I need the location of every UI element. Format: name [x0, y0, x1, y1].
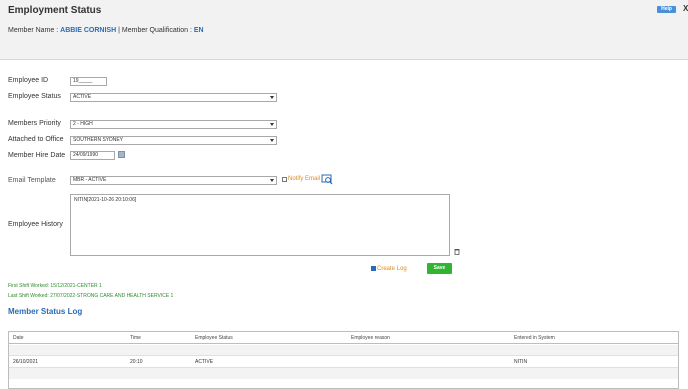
employee-id-label: Employee ID	[8, 77, 49, 84]
members-priority-value: 2 - HIGH	[73, 121, 93, 127]
table-row	[9, 345, 678, 356]
chevron-down-icon	[270, 179, 274, 182]
chevron-down-icon	[270, 96, 274, 99]
notify-email-label: Notify Email	[288, 176, 321, 182]
employee-status-label: Employee Status	[8, 93, 61, 100]
employee-history-text: NITIN[2021-10-26 20:10:06]	[74, 197, 137, 203]
cell-date: 26/10/2021	[13, 359, 39, 365]
employee-status-select[interactable]: ACTIVE	[70, 93, 277, 102]
close-icon[interactable]: X	[683, 4, 688, 13]
first-shift-text: First Shift Worked: 15/12/2021-CENTER 1	[8, 283, 102, 289]
trash-icon[interactable]	[454, 248, 460, 255]
cell-entered: NITIN	[514, 359, 528, 365]
employee-history-textarea[interactable]: NITIN[2021-10-26 20:10:06]	[70, 194, 450, 256]
table-header: Date Time Employee Status Employee reaso…	[9, 332, 678, 344]
notify-email-checkbox[interactable]	[282, 177, 287, 182]
member-info: Member Name : ABBIE CORNISH | Member Qua…	[8, 27, 204, 34]
save-button[interactable]: Save	[427, 263, 452, 274]
members-priority-select[interactable]: 2 - HIGH	[70, 120, 277, 129]
members-priority-label: Members Priority	[8, 120, 61, 127]
status-log-title: Member Status Log	[8, 307, 83, 316]
hire-date-input[interactable]: 24/09/1990	[70, 151, 115, 160]
column-header-entered: Entered in System	[514, 335, 555, 341]
attached-office-select[interactable]: SOUTHERN SYDNEY	[70, 136, 277, 145]
column-header-time: Time	[130, 335, 141, 341]
cell-status: ACTIVE	[195, 359, 214, 365]
member-name-value: ABBIE CORNISH	[60, 27, 117, 34]
member-separator: |	[118, 27, 120, 34]
table-row[interactable]: 26/10/2021 20:10 ACTIVE NITIN	[9, 356, 678, 368]
employee-status-value: ACTIVE	[73, 94, 92, 100]
email-template-label: Email Template	[8, 177, 56, 184]
email-template-select[interactable]: MBR - ACTIVE	[70, 176, 277, 185]
attached-office-label: Attached to Office	[8, 136, 64, 143]
chevron-down-icon	[270, 139, 274, 142]
email-template-value: MBR - ACTIVE	[73, 177, 107, 183]
member-name-label: Member Name :	[8, 27, 59, 34]
calendar-icon[interactable]	[118, 151, 125, 158]
column-header-reason: Employee reason	[351, 335, 390, 341]
status-log-table: Date Time Employee Status Employee reaso…	[8, 331, 679, 389]
column-header-date: Date	[13, 335, 24, 341]
member-qualification-value: EN	[193, 27, 204, 34]
header-bar: Employment Status Help X Member Name : A…	[0, 0, 688, 60]
create-log-checkbox[interactable]	[371, 266, 376, 271]
help-button[interactable]: Help	[657, 6, 676, 13]
chevron-down-icon	[270, 123, 274, 126]
employee-history-label: Employee History	[8, 221, 63, 228]
column-header-status: Employee Status	[195, 335, 233, 341]
table-row	[9, 368, 678, 379]
last-shift-text: Last Shift Worked: 27/07/2022-STRONG CAR…	[8, 293, 174, 299]
email-preview-icon[interactable]	[321, 174, 333, 185]
page-title: Employment Status	[8, 5, 102, 16]
create-log-label: Create Log	[377, 266, 407, 272]
member-qualification-label: Member Qualification :	[121, 27, 192, 34]
employee-id-input[interactable]: 19_____	[70, 77, 107, 86]
cell-time: 20:10	[130, 359, 143, 365]
attached-office-value: SOUTHERN SYDNEY	[73, 137, 124, 143]
hire-date-label: Member Hire Date	[8, 152, 66, 159]
